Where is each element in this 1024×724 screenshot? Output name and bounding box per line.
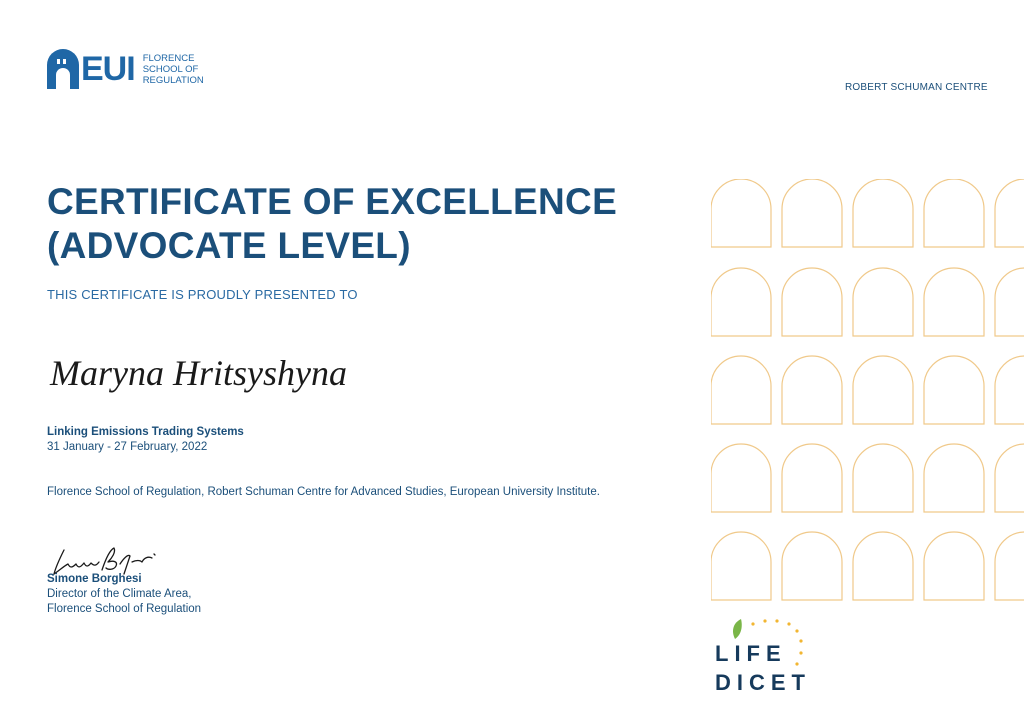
arch-shape (994, 267, 1024, 337)
arch-shape (852, 531, 914, 601)
dicet-text: DICET (715, 670, 811, 695)
institutions-line: Florence School of Regulation, Robert Sc… (47, 486, 600, 498)
arch-shape (923, 179, 985, 248)
presented-to-label: THIS CERTIFICATE IS PROUDLY PRESENTED TO (47, 287, 358, 302)
life-text: LIFE (715, 641, 787, 666)
recipient-name: Maryna Hritsyshyna (50, 353, 347, 393)
arch-shape (994, 355, 1024, 425)
eui-arch-icon (47, 49, 79, 89)
arch-shape (923, 267, 985, 337)
arch-shape (711, 355, 772, 425)
life-dicet-logo: LIFE DICET (715, 619, 811, 695)
arch-shape (711, 267, 772, 337)
course-title: Linking Emissions Trading Systems (47, 426, 244, 438)
arch-shape (852, 267, 914, 337)
arch-shape (781, 443, 843, 513)
arch-shape (852, 179, 914, 248)
arch-shape (711, 443, 772, 513)
arch-shape (923, 355, 985, 425)
arch-shape (781, 355, 843, 425)
certificate-title: CERTIFICATE OF EXCELLENCE (ADVOCATE LEVE… (47, 181, 618, 266)
signatory-role-line1: Director of the Climate Area, (47, 588, 192, 600)
robert-schuman-centre-label: ROBERT SCHUMAN CENTRE (845, 82, 988, 93)
arch-shape (994, 443, 1024, 513)
arch-shape (781, 179, 843, 248)
arch-pattern (711, 179, 1024, 601)
signatory-name: Simone Borghesi (47, 573, 142, 585)
arch-shape (994, 531, 1024, 601)
arch-shape (781, 531, 843, 601)
arch-shape (781, 267, 843, 337)
arch-shape (852, 443, 914, 513)
arch-shape (711, 179, 772, 248)
eui-logo-subtitle: FLORENCE SCHOOL OF REGULATION (142, 52, 204, 86)
arch-shape (711, 531, 772, 601)
leaf-icon (733, 619, 742, 639)
arch-shape (923, 531, 985, 601)
arch-shape (852, 355, 914, 425)
arch-shape (994, 179, 1024, 248)
eui-logo-text: EUI (81, 50, 136, 88)
signatory-role-line2: Florence School of Regulation (47, 603, 202, 615)
eui-logo: EUI FLORENCE SCHOOL OF REGULATION (47, 49, 204, 89)
course-dates: 31 January - 27 February, 2022 (47, 441, 208, 453)
arch-shape (923, 443, 985, 513)
